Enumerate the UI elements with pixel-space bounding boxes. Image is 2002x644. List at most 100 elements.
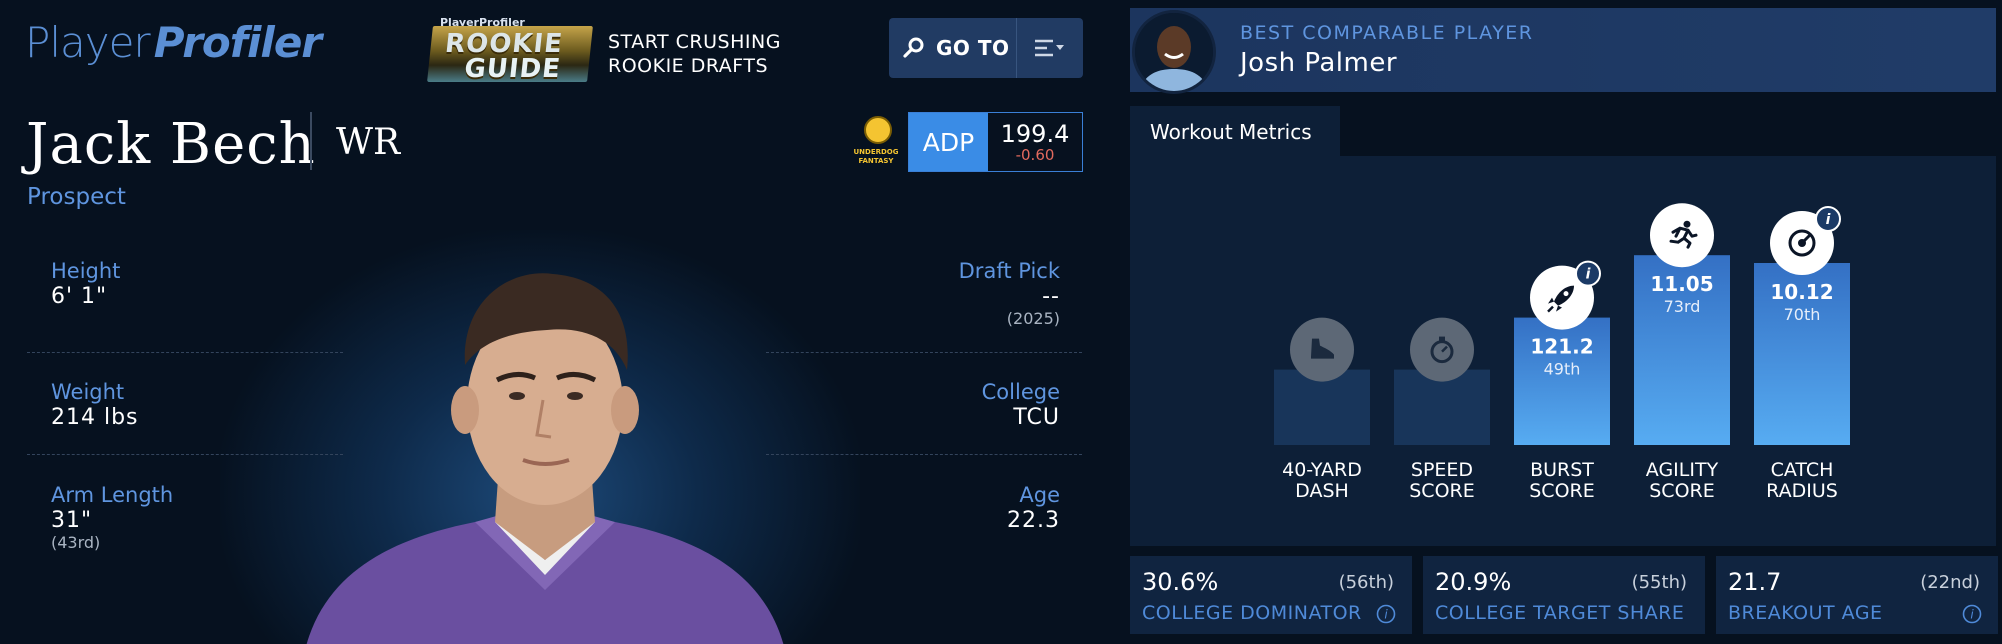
adp-value: 199.4 <box>1000 119 1070 148</box>
underdog-coin-icon <box>864 116 892 144</box>
metric-label-line1: SPEED <box>1411 459 1473 481</box>
stat-age-label: Age <box>1019 483 1060 507</box>
rookie-guide-banner[interactable]: PlayerProfiler ROOKIE GUIDE <box>427 14 595 84</box>
adp-label: ADP <box>909 113 988 171</box>
metric-label-line2: RADIUS <box>1766 480 1838 502</box>
stat-height: Height 6' 1" <box>51 259 120 309</box>
metric-value: 30.6% <box>1142 568 1219 596</box>
adp-change: -0.60 <box>1015 145 1055 164</box>
metric-icon-badge <box>1410 317 1474 382</box>
metric-value: 21.7 <box>1728 568 1782 596</box>
metric-label: BREAKOUT AGE <box>1728 602 1883 624</box>
svg-text:i: i <box>1384 608 1388 622</box>
workout-metrics-panel: 40-YARD DASH SPEED SCORE i 121.2 49th BURST SCOR… <box>1130 156 1996 546</box>
stat-arm-length: Arm Length 31" (43rd) <box>51 483 173 552</box>
metric-label: COLLEGE TARGET SHARE <box>1435 602 1685 624</box>
goto-label: GO TO <box>936 36 1010 60</box>
stat-arm-rank: (43rd) <box>51 533 101 552</box>
comparable-player-name: Josh Palmer <box>1240 48 1398 78</box>
divider <box>27 454 343 455</box>
stat-draft-pick: Draft Pick -- (2025) <box>959 259 1060 328</box>
stat-draft-year: (2025) <box>1006 309 1060 328</box>
player-header-panel: PlayerProfiler PlayerProfiler ROOKIE GUI… <box>0 0 1104 644</box>
stat-arm-value: 31" <box>51 508 93 533</box>
info-icon-glyph: i <box>1586 267 1591 283</box>
stat-weight: Weight 214 lbs <box>51 380 139 430</box>
player-status: Prospect <box>27 184 126 210</box>
divider <box>27 352 343 353</box>
metric-rank: (56th) <box>1338 572 1394 593</box>
tab-workout-metrics[interactable]: Workout Metrics <box>1130 106 1340 158</box>
metric-value: 10.12 <box>1770 280 1833 304</box>
metric-icon-badge <box>1650 203 1714 268</box>
player-profile-page: PlayerProfiler PlayerProfiler ROOKIE GUI… <box>0 0 2002 644</box>
svg-text:i: i <box>1970 608 1974 622</box>
stat-draft-label: Draft Pick <box>958 259 1060 283</box>
metric-card-college-dominator[interactable]: 30.6% (56th) COLLEGE DOMINATOR i <box>1130 556 1412 634</box>
info-icon[interactable]: i <box>1962 604 1982 624</box>
stat-weight-label: Weight <box>51 380 125 404</box>
rookie-guide-logo: ROOKIE GUIDE <box>427 26 593 84</box>
metric-label-line1: BURST <box>1530 459 1594 481</box>
goto-button[interactable]: GO TO <box>889 18 1017 78</box>
metric-label-line1: AGILITY <box>1646 459 1719 481</box>
avatar-image <box>1135 13 1213 91</box>
promo-line1: START CRUSHING <box>608 31 781 53</box>
stat-weight-value: 214 lbs <box>51 405 139 430</box>
menu-button[interactable] <box>1017 18 1083 78</box>
promo-line2: ROOKIE DRAFTS <box>608 55 769 77</box>
info-icon[interactable]: i <box>1376 604 1396 624</box>
stat-age-value: 22.3 <box>1007 508 1060 533</box>
playerprofiler-logo[interactable]: PlayerProfiler <box>25 18 322 67</box>
stat-draft-value: -- <box>1042 284 1060 309</box>
stat-college-label: College <box>981 380 1060 404</box>
name-divider <box>310 112 312 170</box>
rookie-guide-line2: GUIDE <box>462 54 563 84</box>
underdog-line2: FANTASY <box>858 157 894 165</box>
goto-control: GO TO <box>889 18 1083 78</box>
logo-part-2: Profiler <box>153 18 322 67</box>
stat-height-value: 6' 1" <box>51 284 108 309</box>
adp-values: 199.4 -0.60 <box>988 113 1082 171</box>
metric-value: 11.05 <box>1650 272 1713 296</box>
underdog-fantasy-logo[interactable]: UNDERDOG FANTASY <box>850 114 902 170</box>
metric-value: 121.2 <box>1530 335 1593 359</box>
menu-icon <box>1035 39 1064 57</box>
stat-college: College TCU <box>982 380 1060 430</box>
underdog-line1: UNDERDOG <box>853 148 899 156</box>
promo-text[interactable]: START CRUSHING ROOKIE DRAFTS <box>608 30 781 78</box>
college-metrics-row: 30.6% (56th) COLLEGE DOMINATOR i 20.9% (… <box>1130 556 1998 634</box>
best-comparable-player[interactable]: BEST COMPARABLE PLAYER Josh Palmer <box>1130 8 1996 94</box>
metric-rank: 70th <box>1784 305 1821 324</box>
stat-arm-label: Arm Length <box>51 483 174 507</box>
metric-label-line2: SCORE <box>1409 480 1475 502</box>
adp-box: ADP 199.4 -0.60 <box>908 112 1083 172</box>
comparable-title: BEST COMPARABLE PLAYER <box>1240 22 1534 44</box>
metric-value: 20.9% <box>1435 568 1512 596</box>
stat-height-label: Height <box>51 259 121 283</box>
metric-rank: 73rd <box>1664 297 1701 316</box>
stat-age: Age 22.3 <box>1007 483 1060 533</box>
logo-part-1: Player <box>25 18 151 67</box>
stat-college-value: TCU <box>1013 405 1060 430</box>
metric-card-college-target-share[interactable]: 20.9% (55th) COLLEGE TARGET SHARE <box>1423 556 1705 634</box>
player-name: Jack Bech <box>26 112 316 177</box>
metric-rank: 49th <box>1544 360 1581 379</box>
comparable-player-avatar <box>1132 10 1216 94</box>
player-photo <box>306 273 784 644</box>
divider <box>766 454 1082 455</box>
info-icon-glyph: i <box>1826 212 1831 228</box>
search-icon <box>903 37 924 58</box>
workout-metrics-chart: 40-YARDDASHSPEEDSCOREi121.249thBURSTSCOR… <box>1274 203 1850 502</box>
metric-rank: (55th) <box>1631 572 1687 593</box>
player-position: WR <box>336 122 401 163</box>
metric-label-line1: 40-YARD <box>1282 459 1362 481</box>
divider <box>766 352 1082 353</box>
metric-label-line2: SCORE <box>1649 480 1715 502</box>
metric-label-line2: DASH <box>1295 480 1349 502</box>
metric-label-line2: SCORE <box>1529 480 1595 502</box>
metric-rank: (22nd) <box>1920 572 1980 593</box>
underdog-wordmark: UNDERDOG FANTASY <box>850 148 902 166</box>
metric-label: COLLEGE DOMINATOR <box>1142 602 1362 624</box>
metric-card-breakout-age[interactable]: 21.7 (22nd) BREAKOUT AGE i <box>1716 556 1998 634</box>
